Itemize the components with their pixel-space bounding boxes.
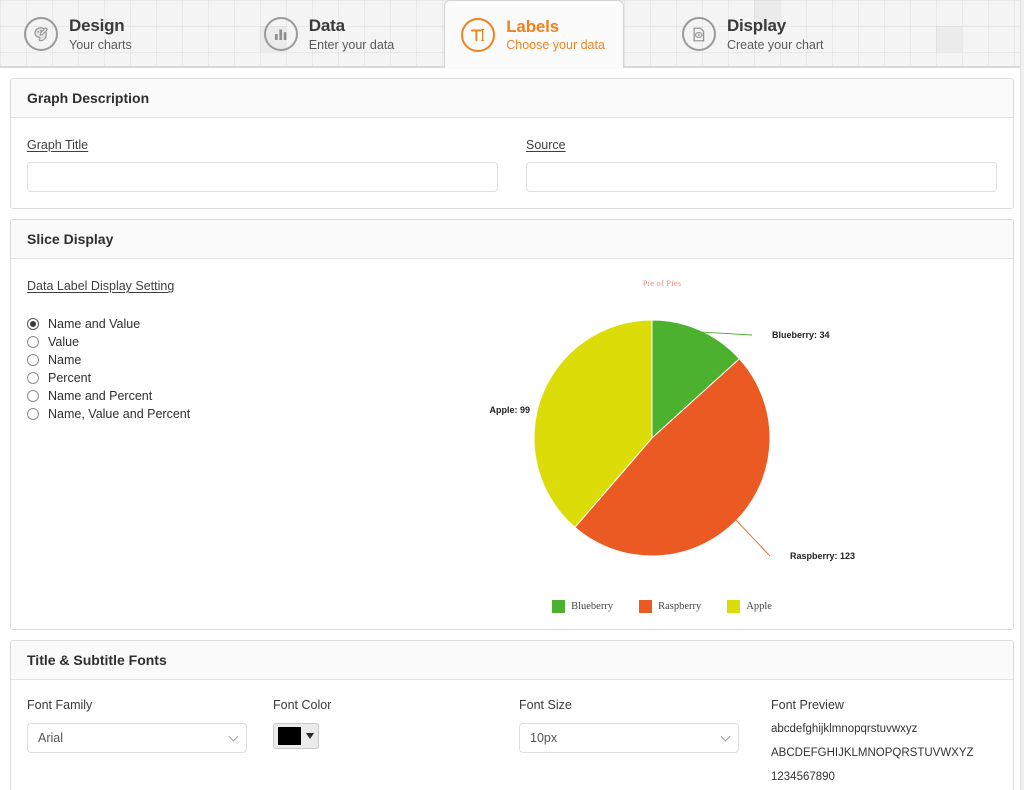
font-size-group: Font Size 10px [519, 698, 771, 783]
font-preview-lowercase: abcdefghijklmnopqrstuvwxyz [771, 723, 918, 735]
color-swatch[interactable] [278, 727, 301, 745]
source-label: Source [526, 138, 566, 152]
tab-subtitle: Choose your data [506, 38, 605, 53]
radio-indicator[interactable] [27, 408, 39, 420]
font-preview-uppercase: ABCDEFGHIJKLMNOPQRSTUVWXYZ [771, 747, 974, 759]
tab-data[interactable]: Data Enter your data [248, 0, 412, 68]
pie-chart-container: Blueberry: 34 Raspberry: 123 Apple: 99 [327, 288, 997, 598]
graph-title-input[interactable] [27, 162, 498, 192]
font-preview-digits: 1234567890 [771, 771, 835, 783]
legend-swatch [727, 600, 741, 613]
slice-display-panel: Slice Display Data Label Display Setting… [10, 219, 1014, 630]
font-preview-group: Font Preview abcdefghijklmnopqrstuvwxyz … [771, 698, 997, 783]
radio-indicator[interactable] [27, 372, 39, 384]
radio-label: Percent [48, 371, 92, 385]
bar-chart-icon [263, 17, 298, 51]
graph-description-title: Graph Description [11, 79, 1013, 118]
legend-label: Blueberry [571, 601, 614, 612]
radio-option-name-value-and-percent[interactable]: Name, Value and Percent [27, 405, 327, 423]
pie-leader-line [734, 518, 771, 557]
graph-description-panel: Graph Description Graph Title Source [10, 78, 1014, 209]
right-edge-scroll-strip[interactable] [1020, 0, 1024, 790]
font-family-group: Font Family Arial [27, 698, 273, 783]
pie-data-label: Raspberry: 123 [790, 551, 855, 561]
fonts-panel-title: Title & Subtitle Fonts [11, 641, 1013, 680]
tab-design[interactable]: Design Your charts [8, 0, 150, 68]
graph-title-label: Graph Title [27, 138, 89, 152]
source-input[interactable] [526, 162, 997, 192]
font-size-value: 10px [530, 731, 558, 745]
tab-subtitle: Create your chart [726, 37, 824, 52]
grid-accent-cell [936, 26, 962, 52]
font-family-value: Arial [38, 731, 64, 745]
data-label-radio-group[interactable]: Name and Value Value Name Percent Name a… [27, 315, 327, 423]
legend-item: Blueberry [552, 600, 613, 613]
font-size-select[interactable]: 10px [519, 723, 739, 753]
radio-label: Name, Value and Percent [48, 407, 191, 421]
font-color-label: Font Color [273, 698, 332, 712]
radio-indicator[interactable] [27, 318, 39, 330]
radio-label: Name and Percent [48, 389, 153, 403]
tab-subtitle: Your charts [69, 37, 132, 52]
radio-label: Name [48, 353, 82, 367]
radio-option-percent[interactable]: Percent [27, 369, 327, 387]
font-color-picker[interactable] [273, 723, 319, 749]
data-label-setting-label: Data Label Display Setting [27, 279, 175, 293]
radio-indicator[interactable] [27, 390, 39, 402]
tab-subtitle: Enter your data [308, 37, 395, 52]
fonts-panel: Title & Subtitle Fonts Font Family Arial… [10, 640, 1014, 790]
page-content: Graph Description Graph Title Source Sli… [0, 68, 1024, 790]
font-family-label: Font Family [27, 698, 93, 712]
legend-label: Raspberry [658, 601, 702, 612]
source-field-group: Source [526, 136, 997, 192]
font-size-label: Font Size [519, 698, 572, 712]
slice-display-title: Slice Display [11, 220, 1013, 259]
radio-option-name-and-value[interactable]: Name and Value [27, 315, 327, 333]
legend-swatch [552, 600, 566, 613]
legend-swatch [639, 600, 653, 613]
radio-indicator[interactable] [27, 354, 39, 366]
chart-legend: Blueberry Raspberry Apple [327, 600, 997, 613]
radio-option-value[interactable]: Value [27, 333, 327, 351]
palette-brush-icon [24, 17, 58, 51]
font-color-group: Font Color [273, 698, 519, 783]
chart-title: Pie of Pies [642, 278, 682, 288]
tab-title: Design [69, 16, 125, 36]
legend-label: Apple [746, 601, 772, 612]
radio-label: Value [48, 335, 80, 349]
legend-item: Apple [727, 600, 772, 613]
chevron-down-icon [720, 731, 731, 742]
graph-description-body: Graph Title Source [11, 118, 1013, 208]
radio-option-name-and-percent[interactable]: Name and Percent [27, 387, 327, 405]
tab-title: Data [308, 16, 345, 36]
pie-chart: Blueberry: 34 Raspberry: 123 Apple: 99 [489, 319, 855, 561]
radio-label: Name and Value [48, 317, 141, 331]
slice-display-body: Data Label Display Setting Name and Valu… [11, 259, 1013, 629]
wizard-tab-bar: Design Your charts Data Enter your data [0, 0, 1024, 69]
chevron-down-icon [228, 731, 239, 742]
chart-preview: Pie of Pies Blueberry: 34 Raspberry: 123 A… [327, 273, 997, 613]
text-cursor-icon [461, 17, 496, 52]
tab-display[interactable]: Display Create your chart [666, 0, 842, 68]
pie-data-label: Apple: 99 [489, 405, 530, 415]
tab-title: Display [726, 16, 787, 36]
pie-data-label: Blueberry: 34 [772, 330, 830, 340]
tab-title: Labels [506, 16, 559, 36]
radio-option-name[interactable]: Name [27, 351, 327, 369]
graph-title-field-group: Graph Title [27, 136, 498, 192]
font-preview-label: Font Preview [771, 698, 844, 712]
font-family-select[interactable]: Arial [27, 723, 247, 753]
radio-indicator[interactable] [27, 336, 39, 348]
data-label-settings: Data Label Display Setting Name and Valu… [27, 273, 327, 613]
tab-labels[interactable]: Labels Choose your data [444, 0, 624, 69]
caret-down-icon [306, 733, 314, 739]
preview-eye-icon [681, 17, 716, 51]
fonts-panel-body: Font Family Arial Font Color Font Size 1… [11, 680, 1013, 790]
legend-item: Raspberry [639, 600, 701, 613]
